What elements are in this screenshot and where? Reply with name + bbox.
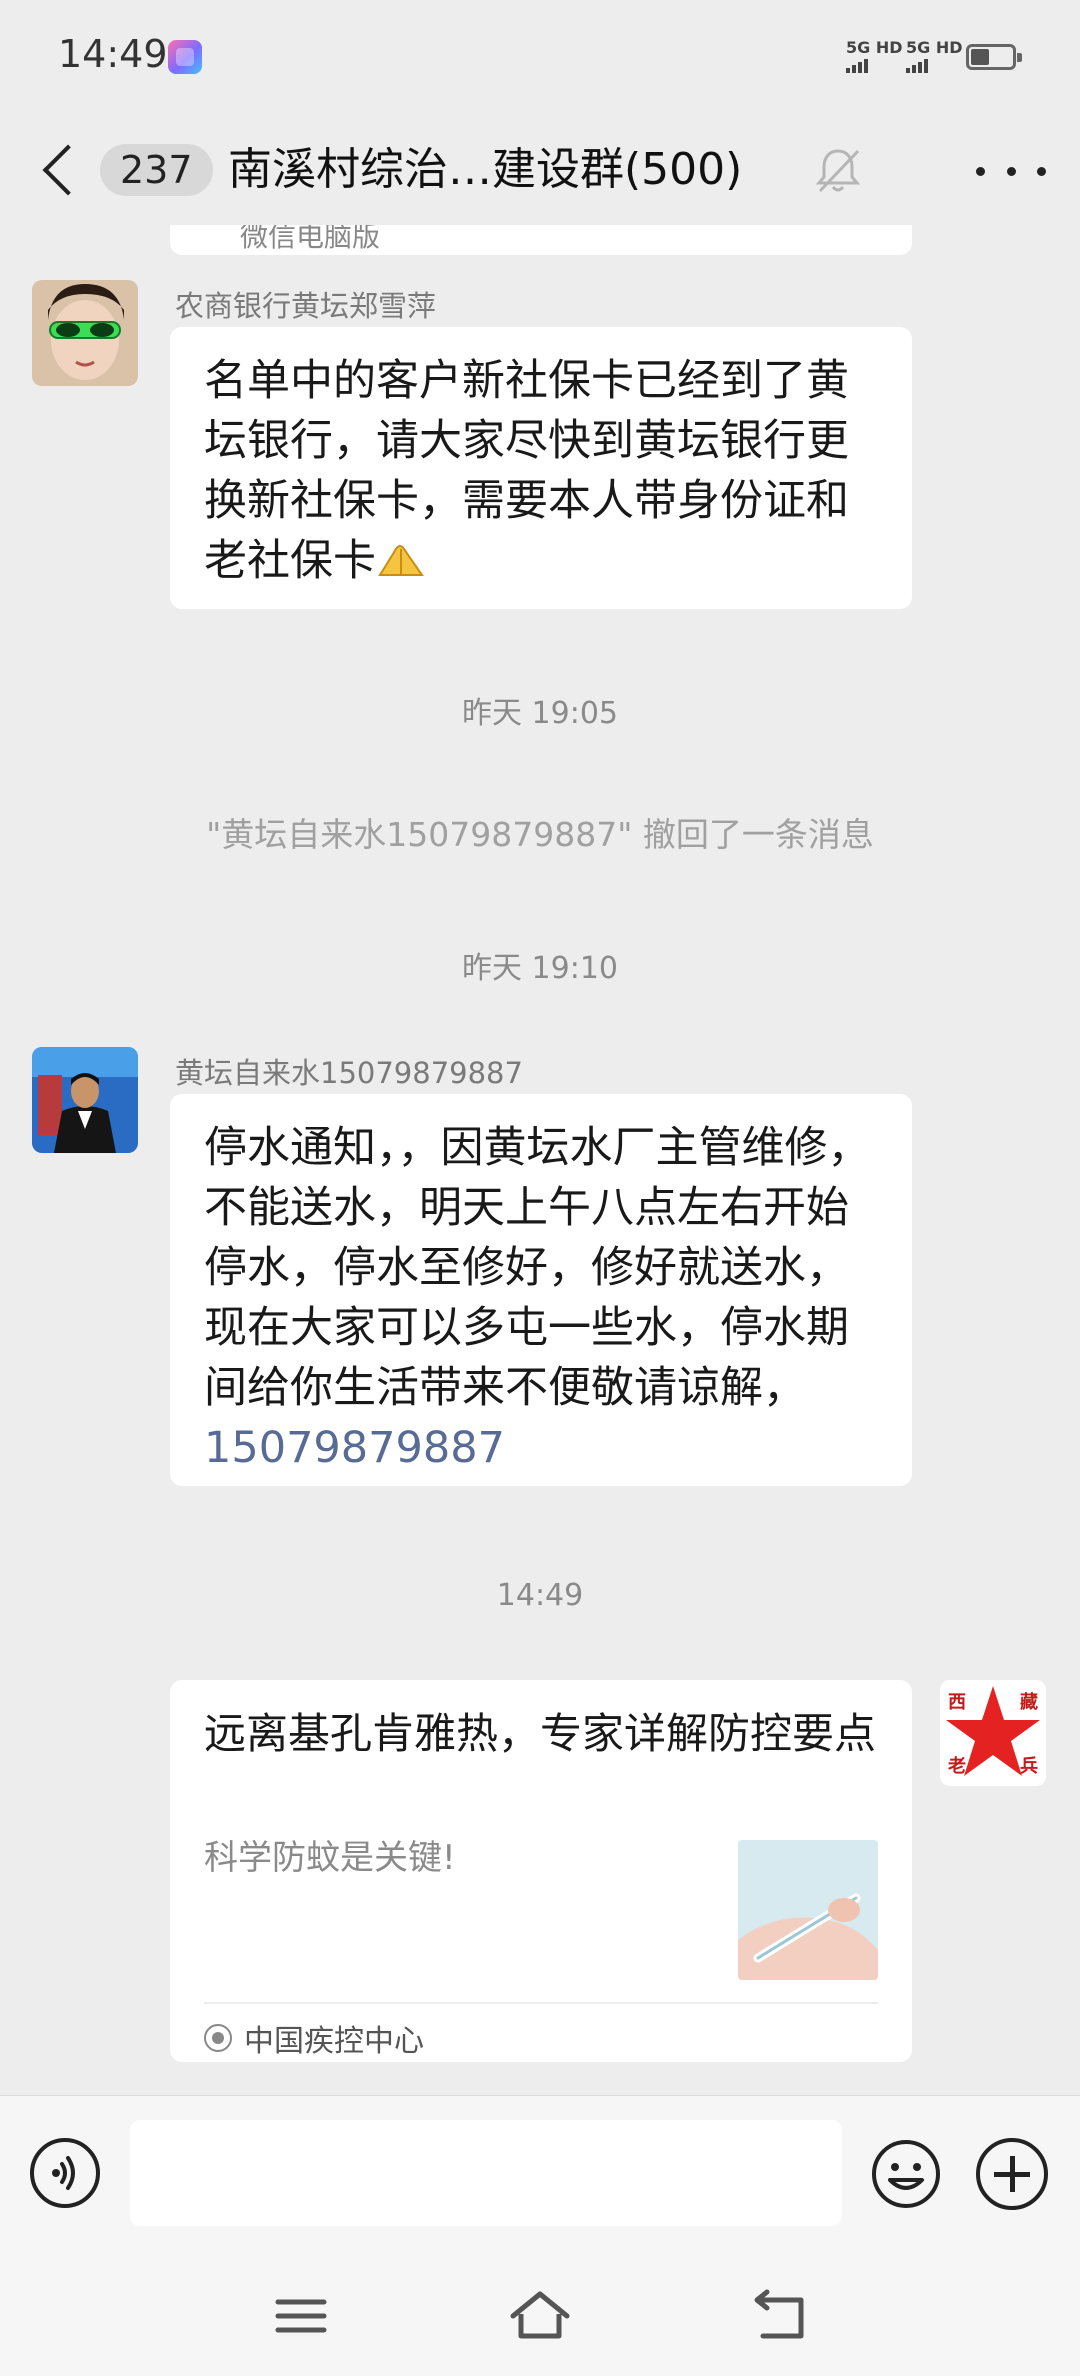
partial-message-bubble[interactable]: 微信电脑版: [170, 225, 912, 255]
message-text-input[interactable]: [130, 2120, 842, 2226]
timestamp-3: 14:49: [496, 1578, 584, 1613]
partial-message-text: 微信电脑版: [240, 225, 381, 253]
system-recall-notice: "黄坛自来水15079879887" 撤回了一条消息: [206, 815, 874, 854]
muted-bell-icon: [815, 149, 861, 193]
chat-message-list[interactable]: 微信电脑版 农商银行黄坛郑雪萍 名单中的客户新社保卡已经到了黄坛银行，请大家尽快…: [0, 225, 1080, 2095]
chat-title[interactable]: 南溪村综治…建设群(500): [228, 135, 742, 205]
back-button[interactable]: 237: [36, 137, 236, 203]
card-divider: [204, 2002, 878, 2004]
timestamp-1: 昨天 19:05: [462, 696, 618, 731]
more-options-button[interactable]: [976, 141, 1046, 201]
home-icon[interactable]: [505, 2286, 575, 2346]
article-thumbnail: [738, 1840, 878, 1980]
cdc-logo-icon: [204, 2024, 232, 2052]
praying-hands-emoji-icon: [378, 545, 424, 576]
menu-icon[interactable]: [266, 2286, 336, 2346]
article-description: 科学防蚊是关键!: [204, 1838, 456, 1878]
battery-icon: [966, 44, 1022, 70]
signal-icon-2: 5G HD: [906, 38, 963, 73]
message-text-2: 停水通知，，因黄坛水厂主管维修，不能送水，明天上午八点左右开始停水，停水至修好，…: [204, 1123, 871, 1473]
chat-header: 237 南溪村综治…建设群(500): [0, 115, 1080, 225]
signal-icon-1: 5G HD: [846, 38, 903, 73]
message-input-bar: [0, 2095, 1080, 2261]
voice-input-button[interactable]: [30, 2138, 100, 2208]
own-avatar[interactable]: 西 藏 老 兵: [940, 1680, 1046, 1786]
article-title: 远离基孔肯雅热，专家详解防控要点: [204, 1709, 877, 1758]
status-bar: 14:49 5G HD 5G HD: [0, 0, 1080, 115]
voice-icon: [52, 2156, 75, 2190]
shared-article-card[interactable]: 远离基孔肯雅热，专家详解防控要点 科学防蚊是关键! 中国疾控中心: [170, 1680, 912, 2062]
phone-number-link[interactable]: 15079879887: [204, 1423, 505, 1473]
more-functions-plus-button[interactable]: [976, 2138, 1048, 2210]
sender-avatar-1[interactable]: [32, 280, 138, 386]
system-navigation-bar: [0, 2260, 1080, 2376]
back-nav-icon[interactable]: [745, 2286, 815, 2346]
sender-name-2: 黄坛自来水15079879887: [175, 1056, 523, 1090]
emoji-button[interactable]: [870, 2138, 942, 2210]
status-time: 14:49: [58, 32, 168, 76]
timestamp-2: 昨天 19:10: [462, 951, 618, 986]
message-bubble-1[interactable]: 名单中的客户新社保卡已经到了黄坛银行，请大家尽快到黄坛银行更换新社保卡，需要本人…: [170, 327, 912, 609]
article-source: 中国疾控中心: [204, 2016, 424, 2060]
message-text-1: 名单中的客户新社保卡已经到了黄坛银行，请大家尽快到黄坛银行更换新社保卡，需要本人…: [204, 356, 849, 586]
app-notification-icon: [168, 40, 202, 74]
sender-name-1: 农商银行黄坛郑雪萍: [175, 289, 437, 323]
message-bubble-2[interactable]: 停水通知，，因黄坛水厂主管维修，不能送水，明天上午八点左右开始停水，停水至修好，…: [170, 1094, 912, 1486]
sender-avatar-2[interactable]: [32, 1047, 138, 1153]
unread-count-badge: 237: [100, 144, 213, 196]
chevron-left-icon: [42, 144, 94, 196]
